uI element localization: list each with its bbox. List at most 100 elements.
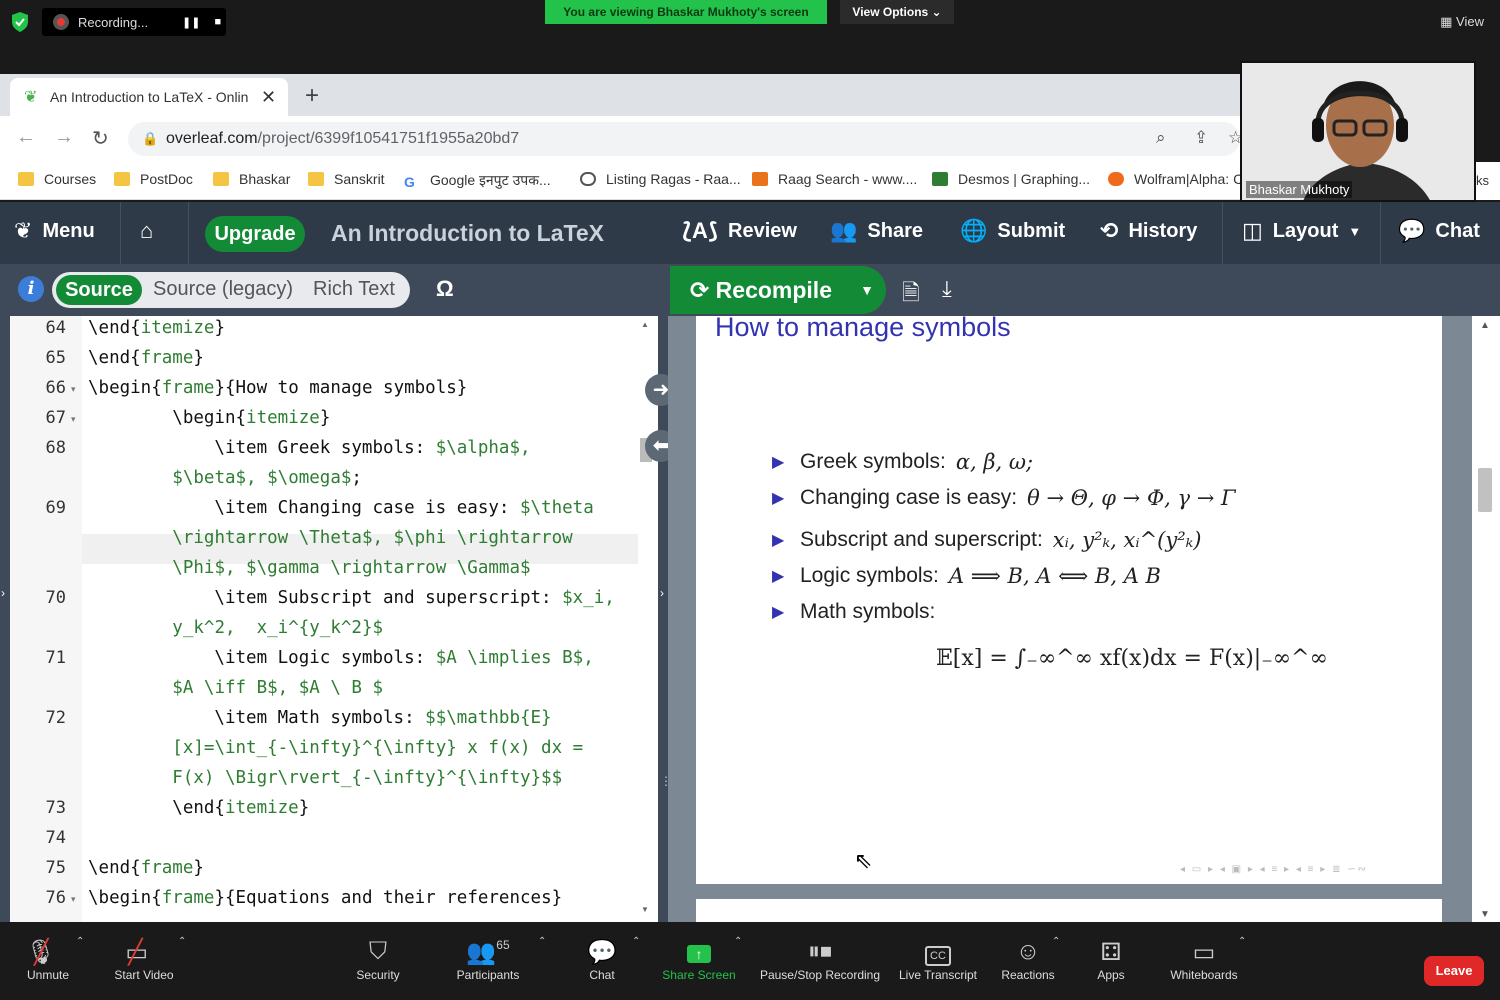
fold-toggle-icon[interactable]: ▾ (71, 384, 76, 395)
url-field[interactable]: 🔒 overleaf.com/project/6399f10541751f195… (128, 122, 1240, 156)
scrollbar-thumb[interactable] (1478, 468, 1492, 512)
download-icon[interactable]: ⤓ (942, 276, 952, 302)
code-line[interactable]: \rightarrow \Theta$, $\phi \rightarrow (88, 528, 572, 548)
code-line[interactable]: \item Subscript and superscript: $x_i, (88, 588, 614, 608)
forward-icon[interactable]: → (54, 126, 74, 149)
bookmark-listing-ragas[interactable]: Listing Ragas - Raa... (580, 171, 741, 187)
whiteboards-button[interactable]: ▭ Whiteboards (1166, 938, 1242, 982)
bookmark-overflow[interactable]: ks (1476, 162, 1500, 200)
share-screen-button[interactable]: ↑ Share Screen (660, 938, 738, 982)
leave-button[interactable]: Leave (1424, 956, 1484, 986)
unmute-button[interactable]: 🎙╱ Unmute (20, 938, 76, 982)
share-page-icon[interactable]: ⇪ (1194, 128, 1208, 148)
chevron-right-icon[interactable]: › (1, 586, 5, 600)
menu-button[interactable]: ❦ Menu (14, 218, 95, 244)
code-line[interactable]: $A \iff B$, $A \ B $ (88, 678, 383, 698)
review-label: Review (728, 219, 797, 242)
project-title[interactable]: An Introduction to LaTeX (331, 220, 604, 247)
apps-button[interactable]: ⚃ Apps (1090, 938, 1132, 982)
new-tab-icon[interactable]: + (305, 82, 319, 110)
pause-icon[interactable]: ❚❚ (182, 16, 200, 29)
reload-icon[interactable]: ↻ (92, 126, 109, 151)
pdf-scrollbar[interactable]: ▲ ▼ (1472, 316, 1500, 922)
start-video-button[interactable]: ▭╱ Start Video (110, 938, 178, 982)
bookmark-wolfram[interactable]: Wolfram|Alpha: C (1108, 171, 1243, 187)
scroll-down-icon[interactable]: ▼ (1480, 909, 1490, 920)
editor-scrollbar[interactable]: ▲ ▼ (638, 316, 654, 922)
security-button[interactable]: ⛉ Security (350, 938, 406, 982)
bookmark-google-input[interactable]: G Google इनपुट उपक... (404, 171, 551, 190)
code-line[interactable]: \item Changing case is easy: $\theta (88, 498, 593, 518)
code-highlight: frame (140, 348, 194, 368)
webcam-video[interactable]: Bhaskar Mukhoty (1240, 61, 1476, 202)
code-line[interactable]: \begin{frame}{Equations and their refere… (88, 888, 562, 908)
code-line[interactable]: \begin{itemize} (88, 408, 330, 428)
upgrade-button[interactable]: Upgrade (205, 216, 305, 252)
source-legacy-button[interactable]: Source (legacy) (153, 278, 293, 301)
pdf-preview[interactable]: How to manage symbols ▶ Greek symbols: α, … (668, 316, 1500, 922)
bookmark-bhaskar[interactable]: Bhaskar (213, 171, 290, 187)
beamer-navigation-symbols[interactable]: ◂ ▭ ▸ ◂ ▣ ▸ ◂ ≡ ▸ ◂ ≡ ▸ ≣ ∽∾ (1180, 864, 1368, 875)
code-line[interactable]: \begin{frame}{How to manage symbols} (88, 378, 467, 398)
bullet-text: Subscript and superscript: (800, 528, 1043, 551)
view-button[interactable]: ▦ View (1440, 14, 1484, 30)
code-line[interactable]: \Phi$, $\gamma \rightarrow \Gamma$ (88, 558, 530, 578)
view-options-button[interactable]: View Options ⌄ (840, 0, 954, 24)
chevron-down-icon[interactable]: ▼ (860, 266, 874, 314)
folder-icon (308, 172, 324, 186)
bookmark-postdoc[interactable]: PostDoc (114, 171, 193, 187)
code-line[interactable]: $\beta$, $\omega$; (88, 468, 362, 488)
code-line[interactable]: \item Greek symbols: $\alpha$, (88, 438, 530, 458)
bookmark-desmos[interactable]: Desmos | Graphing... (932, 171, 1090, 187)
stop-icon[interactable]: ■ (214, 16, 221, 28)
reactions-button[interactable]: ☺ Reactions (1000, 938, 1056, 982)
close-tab-icon[interactable]: ✕ (261, 87, 276, 108)
scroll-up-icon[interactable]: ▲ (641, 320, 649, 329)
symbol-palette-button[interactable]: Ω (436, 276, 454, 302)
recording-indicator[interactable]: Recording... ❚❚ ■ (42, 8, 226, 36)
code-editor[interactable]: 64 \end{itemize} 65 \end{frame} 66 ▾ \begin{fr… (10, 316, 658, 922)
review-icon: ⟅A⟆ (682, 218, 718, 243)
fold-toggle-icon[interactable]: ▾ (71, 414, 76, 425)
chat-button[interactable]: 💬 Chat (1398, 218, 1480, 244)
code-line[interactable]: y_k^2, x_i^{y_k^2}$ (88, 618, 383, 638)
browser-tab[interactable]: ❦ An Introduction to LaTeX - Onlin ✕ (10, 78, 288, 116)
bookmark-raag-search[interactable]: Raag Search - www.... (752, 171, 917, 187)
code-line[interactable]: [x]=\int_{-\infty}^{\infty} x f(x) dx = (88, 738, 583, 758)
code-line[interactable]: \item Math symbols: $$\mathbb{E} (88, 708, 551, 728)
history-button[interactable]: ⟲ History (1100, 218, 1197, 244)
file-tree-collapsed[interactable]: › (0, 316, 10, 922)
pane-splitter[interactable]: ➜ ⬅ › ⋮ (645, 316, 677, 922)
bookmark-courses[interactable]: Courses (18, 171, 96, 187)
chevron-right-icon[interactable]: › (660, 586, 664, 600)
review-button[interactable]: ⟅A⟆ Review (682, 218, 797, 244)
back-icon[interactable]: ← (16, 126, 36, 149)
participants-label: Participants (456, 968, 520, 982)
recompile-button[interactable]: ⟳ Recompile ▼ (670, 266, 886, 314)
source-mode-button[interactable]: Source (56, 275, 142, 305)
code-line[interactable]: F(x) \Bigr\rvert_{-\infty}^{\infty}$$ (88, 768, 562, 788)
zoom-lens-icon[interactable]: ⌕ (1156, 128, 1166, 148)
code-line[interactable]: \item Logic symbols: $A \implies B$, (88, 648, 593, 668)
layout-button[interactable]: ◫ Layout ▼ (1242, 218, 1361, 244)
webcam-name-label: Bhaskar Mukhoty (1246, 181, 1353, 198)
info-icon[interactable]: i (18, 276, 44, 302)
home-button[interactable]: ⌂ (140, 218, 163, 244)
submit-button[interactable]: 🌐 Submit (960, 218, 1065, 244)
participants-button[interactable]: 👥65 Participants (450, 938, 526, 982)
bookmark-sanskrit[interactable]: Sanskrit (308, 171, 385, 187)
code-line[interactable]: \end{itemize} (88, 318, 225, 338)
live-transcript-button[interactable]: CC Live Transcript (896, 938, 980, 982)
code-line[interactable]: \end{frame} (88, 348, 204, 368)
chat-zoom-button[interactable]: 💬 Chat (580, 938, 624, 982)
logs-icon[interactable]: 🗎 (902, 276, 920, 314)
fold-toggle-icon[interactable]: ▾ (71, 894, 76, 905)
code-line[interactable]: \end{frame} (88, 858, 204, 878)
scroll-up-icon[interactable]: ▲ (1480, 320, 1490, 331)
share-button[interactable]: 👥 Share (830, 218, 923, 244)
code-line[interactable]: \end{itemize} (88, 798, 309, 818)
scroll-down-icon[interactable]: ▼ (641, 905, 649, 914)
pause-stop-recording-button[interactable]: ⏸⏹ Pause/Stop Recording (756, 938, 884, 982)
rich-text-button[interactable]: Rich Text (313, 278, 395, 301)
